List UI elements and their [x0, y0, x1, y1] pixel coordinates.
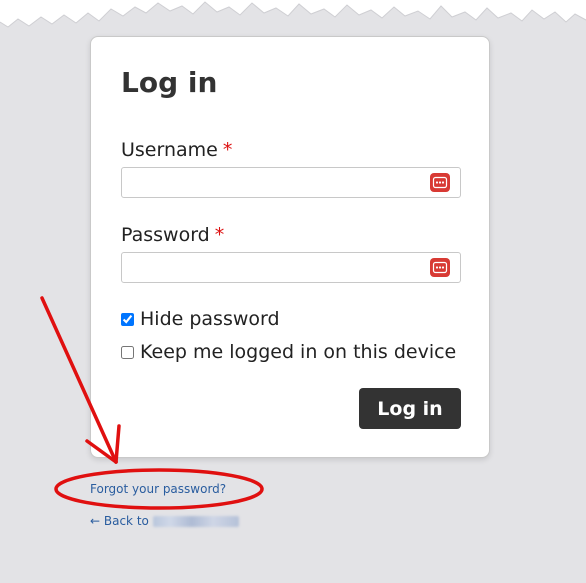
username-field	[121, 167, 461, 198]
forgot-password-link[interactable]: Forgot your password?	[90, 482, 226, 496]
password-manager-icon[interactable]	[430, 258, 450, 277]
page-title: Log in	[121, 66, 218, 99]
keep-logged-in-checkbox[interactable]	[121, 345, 134, 359]
password-label: Password *	[121, 223, 224, 247]
password-input[interactable]	[122, 253, 438, 282]
torn-paper-edge	[0, 0, 586, 28]
hide-password-checkbox[interactable]	[121, 312, 134, 326]
login-button[interactable]: Log in	[359, 388, 461, 429]
required-marker: *	[222, 139, 233, 161]
required-marker: *	[214, 224, 225, 246]
username-label-text: Username	[121, 139, 218, 161]
hide-password-option[interactable]: Hide password	[121, 307, 280, 331]
back-link-text: ← Back to	[90, 514, 149, 528]
keep-logged-in-option[interactable]: Keep me logged in on this device	[121, 340, 456, 364]
password-field	[121, 252, 461, 283]
hide-password-label: Hide password	[140, 308, 280, 330]
keep-logged-in-label: Keep me logged in on this device	[140, 341, 457, 363]
username-input[interactable]	[122, 168, 438, 197]
username-label: Username *	[121, 138, 232, 162]
back-to-site-link[interactable]: ← Back to	[90, 514, 239, 528]
login-card: Log in Username * Password * Hide passwo…	[90, 36, 490, 458]
password-label-text: Password	[121, 224, 210, 246]
password-manager-icon[interactable]	[430, 173, 450, 192]
redacted-site-name	[152, 516, 239, 527]
